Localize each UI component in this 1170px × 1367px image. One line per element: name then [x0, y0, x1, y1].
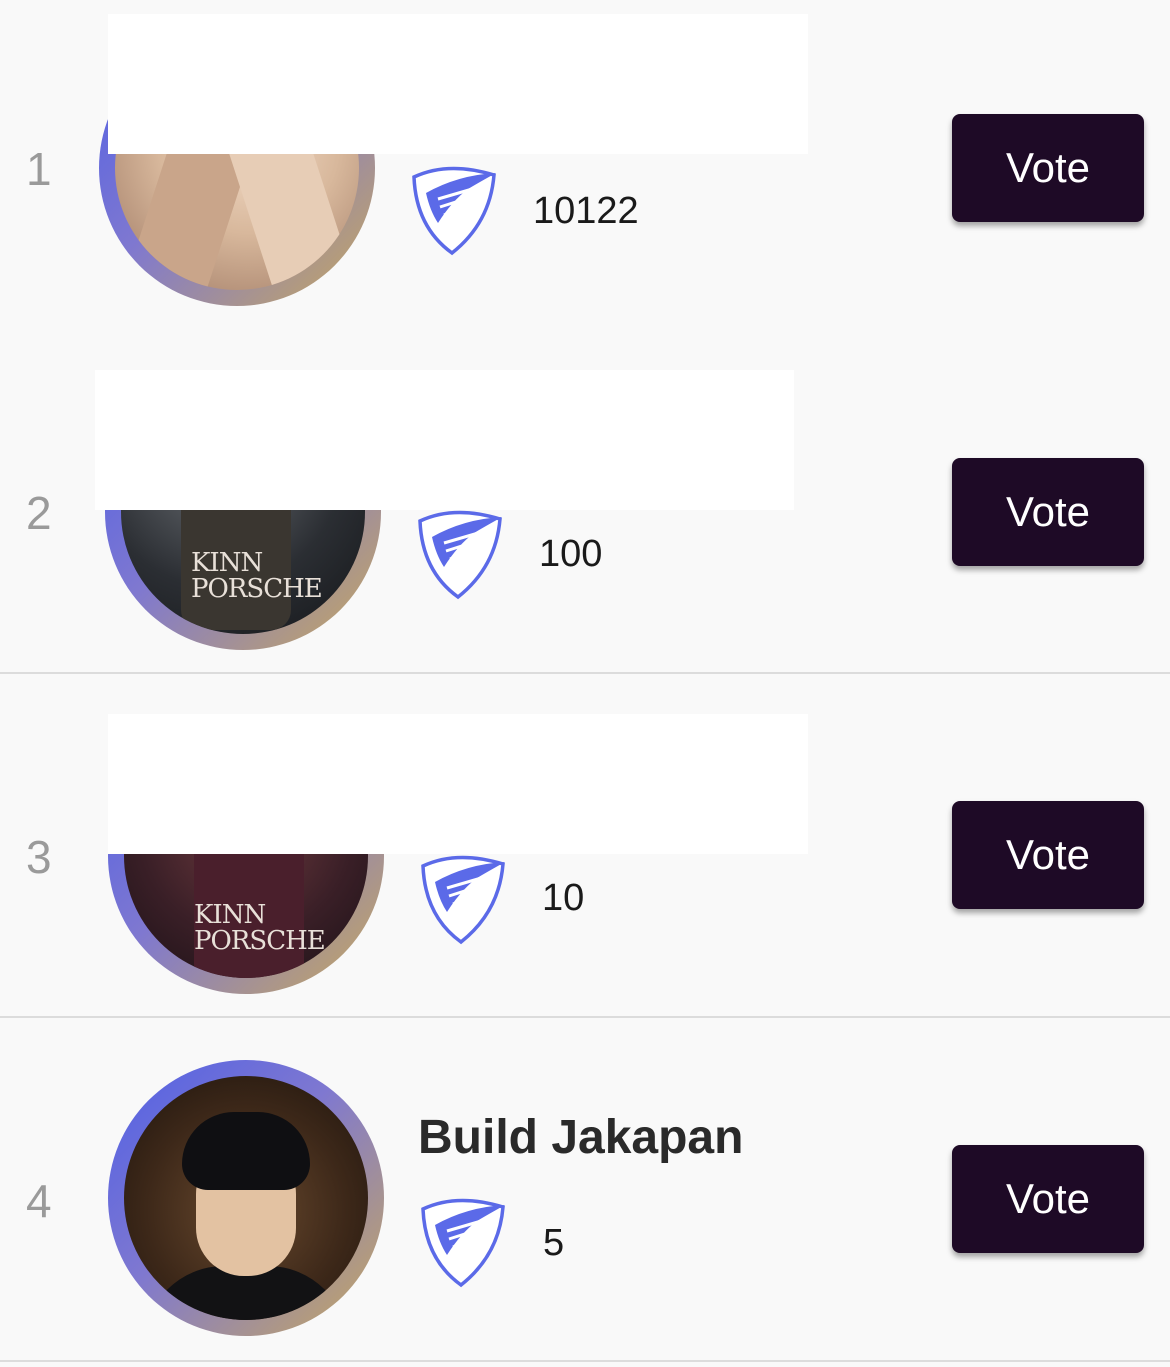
- name-redaction: [108, 14, 808, 154]
- poster-logo-text: KINN PORSCHE: [191, 548, 323, 604]
- rank-number: 2: [26, 487, 52, 539]
- avatar-ring: [108, 1060, 384, 1336]
- avatar-hair: [182, 1112, 310, 1190]
- rank-number: 3: [26, 831, 52, 883]
- ranking-row-2: 2 KINN PORSCHE 100 Vote: [0, 330, 1170, 674]
- vote-count: 10: [542, 877, 585, 919]
- name-redaction: [108, 714, 808, 854]
- ranking-row-4: 4 Build Jakapan 5 Vote: [0, 1018, 1170, 1362]
- rank-number: 4: [26, 1175, 52, 1227]
- vote-count: 100: [539, 533, 603, 575]
- vote-button[interactable]: Vote: [952, 114, 1144, 222]
- name-redaction: [95, 370, 794, 510]
- shield-wing-icon: [418, 510, 502, 600]
- rank-number: 1: [26, 143, 52, 195]
- poster-logo-text: KINN PORSCHE: [194, 900, 326, 956]
- vote-count: 10122: [533, 190, 639, 232]
- avatar-image: [124, 1076, 368, 1320]
- vote-count: 5: [543, 1222, 565, 1264]
- contestant-name: Build Jakapan: [418, 1111, 744, 1164]
- shield-wing-icon: [421, 855, 505, 945]
- ranking-row-1: 1 10122 Vote: [0, 0, 1170, 344]
- ranking-row-3: 3 KINN PORSCHE 10 Vote: [0, 674, 1170, 1018]
- vote-button[interactable]: Vote: [952, 801, 1144, 909]
- shield-wing-icon: [421, 1198, 505, 1288]
- vote-button[interactable]: Vote: [952, 1145, 1144, 1253]
- shield-wing-icon: [412, 166, 496, 256]
- vote-button[interactable]: Vote: [952, 458, 1144, 566]
